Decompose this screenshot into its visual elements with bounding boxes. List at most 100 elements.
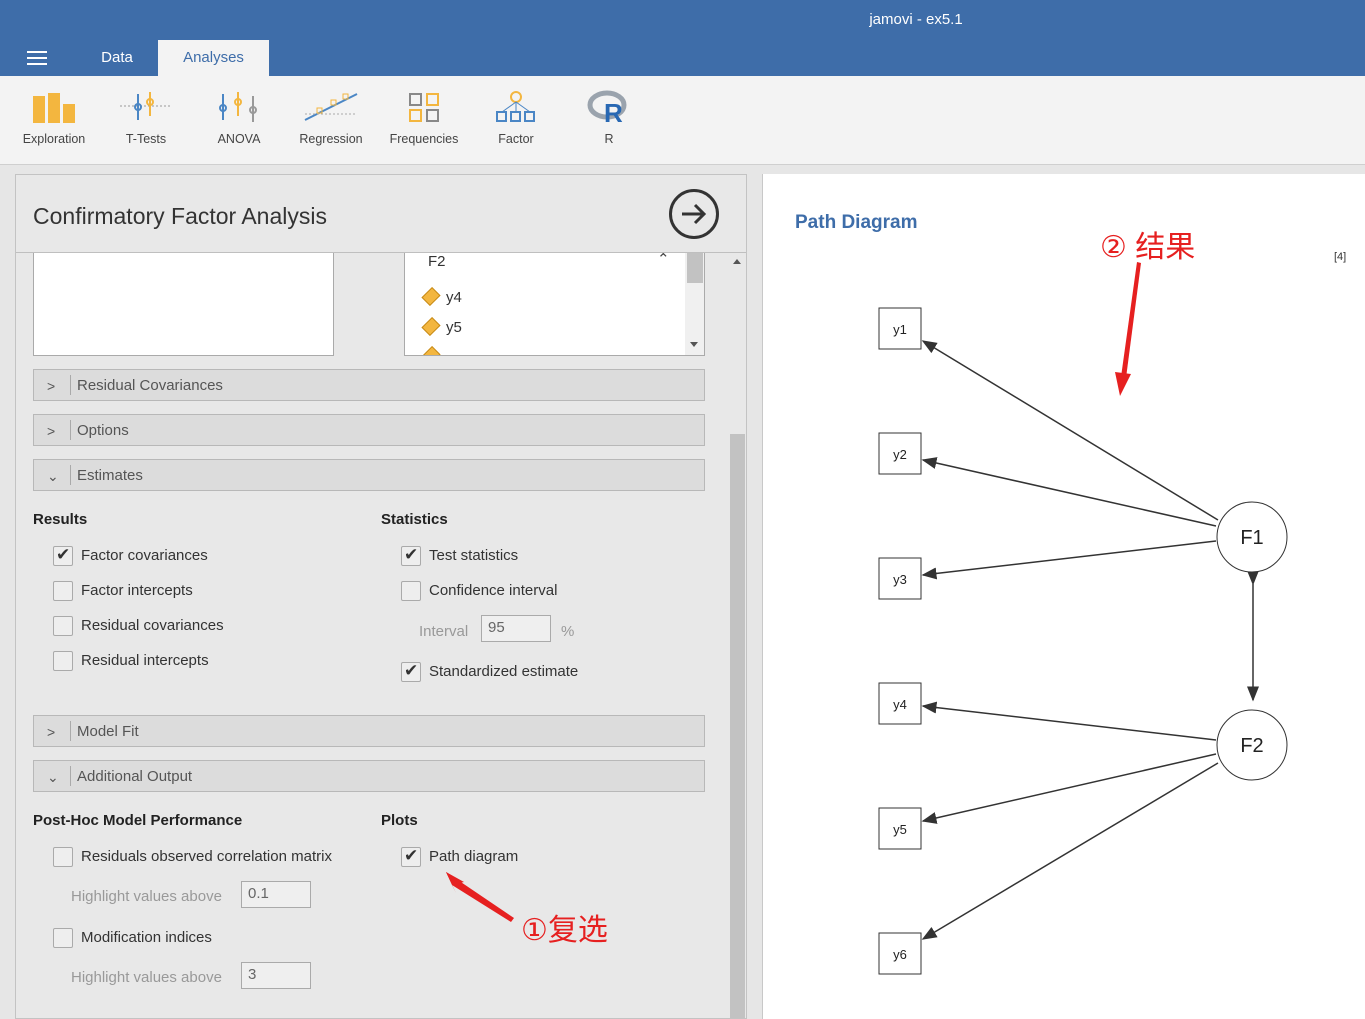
checkbox-checked-icon[interactable] [401,545,421,566]
checkbox-checked-icon[interactable] [53,545,73,566]
ribbon-exploration[interactable]: Exploration [8,90,100,154]
path-f1-y3 [921,540,1217,580]
annotation-result-label: ② 结果 [1100,231,1196,264]
interval-unit: % [561,623,575,640]
path-f2-y5 [921,753,1217,824]
observed-label: y6 [893,947,907,962]
modification-threshold-input[interactable]: 3 [241,962,311,989]
ribbon-factor[interactable]: Factor [470,90,562,154]
checkbox-label: Path diagram [429,848,519,865]
regression-icon [304,93,358,121]
list-scrollbar[interactable] [685,253,704,355]
statistics-group-title: Statistics [381,511,448,528]
highlight-label: Highlight values above [71,888,222,905]
app-title: jamovi - ex5.1 [869,11,963,28]
section-residual-covariances[interactable]: > Residual Covariances [33,369,705,401]
latent-f2: F2 [1216,709,1288,781]
checkbox-label: Residuals observed correlation matrix [81,848,332,865]
observed-y4: y4 [878,682,922,725]
scroll-down-icon[interactable] [690,342,698,347]
observed-y5: y5 [878,807,922,850]
section-label: Options [77,422,129,439]
section-additional-output[interactable]: ⌄ Additional Output [33,760,705,792]
latent-f1: F1 [1216,501,1288,573]
path-f1-y2 [921,457,1217,527]
checkbox-icon[interactable] [401,581,421,601]
observed-y6: y6 [878,932,922,975]
variable-item[interactable] [421,345,446,355]
tab-data[interactable]: Data [76,40,158,76]
checkbox-icon[interactable] [53,651,73,671]
ribbon-frequencies[interactable]: Frequencies [378,90,470,154]
ribbon-r[interactable]: R R [563,90,655,154]
divider [70,465,71,485]
chevron-right-icon: > [47,423,56,439]
variable-label: y4 [446,289,462,306]
interval-label: Interval [419,623,469,640]
ribbon-label: ANOVA [217,132,261,146]
frequencies-icon [409,93,439,122]
section-label: Additional Output [77,768,193,785]
checkbox-checked-icon[interactable] [401,661,421,682]
chevron-right-icon: > [47,724,56,740]
section-label: Estimates [77,467,143,484]
checkbox-label: Modification indices [81,929,212,946]
checkbox-label: Residual intercepts [81,652,209,669]
factor-name[interactable]: F2 [428,253,446,270]
run-arrow-button[interactable] [669,189,719,239]
checkbox-label: Factor covariances [81,547,208,564]
anova-icon [219,92,257,122]
r-icon: R [587,90,627,124]
checkbox-icon[interactable] [53,581,73,601]
latent-label: F1 [1240,527,1263,549]
interval-input[interactable]: 95 [481,615,551,642]
divider [70,721,71,741]
observed-label: y2 [893,447,907,462]
ribbon-label: Exploration [22,132,86,146]
list-scroll-thumb[interactable] [687,253,703,283]
observed-label: y5 [893,822,907,837]
checkbox-label: Residual covariances [81,617,224,634]
highlight-threshold-input[interactable]: 0.1 [241,881,311,908]
divider [70,420,71,440]
continuous-variable-icon [421,345,441,355]
results-panel: Path Diagram [4] y1 y2 y3 y4 y5 y6 F1 F2 [762,174,1365,1019]
factor-variables-list[interactable]: F2 ⌃ y4 y5 [404,253,705,356]
section-label: Model Fit [77,723,139,740]
ribbon-t-tests[interactable]: T-Tests [100,90,192,154]
panel-scrollbar[interactable] [728,253,746,1018]
checkbox-label: Test statistics [429,547,519,564]
hamburger-menu-icon[interactable] [27,51,47,65]
available-variables-list[interactable] [33,253,334,356]
factor-icon [496,91,535,122]
ribbon-label: R [604,132,614,146]
checkbox-icon[interactable] [53,847,73,867]
checkbox-checked-icon[interactable] [401,846,421,867]
ribbon-anova[interactable]: ANOVA [193,90,285,154]
chevron-up-icon[interactable]: ⌃ [657,253,670,268]
section-model-fit[interactable]: > Model Fit [33,715,705,747]
variable-item[interactable]: y5 [421,316,462,341]
section-estimates[interactable]: ⌄ Estimates [33,459,705,491]
variable-item[interactable]: y4 [421,286,462,311]
checkbox-icon[interactable] [53,616,73,636]
tab-analyses[interactable]: Analyses [158,40,269,76]
chevron-down-icon: ⌄ [47,769,59,785]
annotation-check-label: ①复选 [521,914,608,947]
panel-scroll-thumb[interactable] [730,434,745,1018]
title-bar: jamovi - ex5.1 Data Analyses [0,0,1365,76]
ribbon-regression[interactable]: Regression [285,90,377,154]
section-label: Residual Covariances [77,377,223,394]
checkbox-icon[interactable] [53,928,73,948]
highlight-label: Highlight values above [71,969,222,986]
ribbon-label: Factor [498,132,534,146]
path-f2-y6 [921,762,1219,940]
posthoc-group-title: Post-Hoc Model Performance [33,812,243,829]
divider [70,766,71,786]
chevron-down-icon: ⌄ [47,468,59,484]
scroll-up-icon[interactable] [733,259,741,264]
analysis-options-panel: Confirmatory Factor Analysis F2 ⌃ y4 y5 … [15,174,747,1019]
section-options[interactable]: > Options [33,414,705,446]
ribbon-label: Frequencies [389,132,459,146]
arrow-right-icon [682,203,707,225]
